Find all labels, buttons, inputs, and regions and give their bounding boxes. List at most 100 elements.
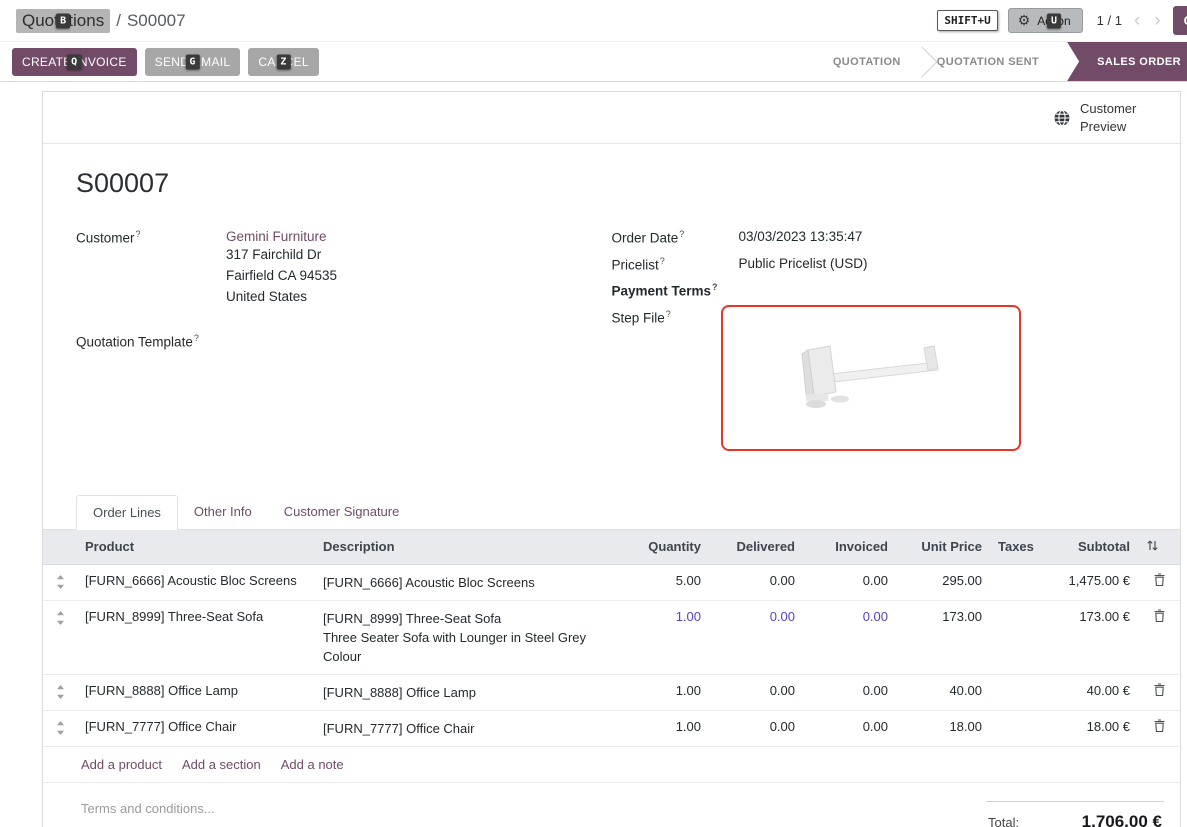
breadcrumb: Quotations B / S00007 bbox=[16, 9, 186, 33]
add-link-add-a-note[interactable]: Add a note bbox=[281, 757, 344, 772]
pricelist-value[interactable]: Public Pricelist (USD) bbox=[739, 256, 868, 271]
delete-line-button[interactable] bbox=[1138, 564, 1180, 600]
cancel-button[interactable]: CANCEL Z bbox=[248, 48, 318, 76]
header-delivered[interactable]: Delivered bbox=[709, 530, 803, 565]
customer-address-line: 317 Fairchild Dr bbox=[226, 244, 337, 265]
product-cell[interactable]: [FURN_6666] Acoustic Bloc Screens bbox=[77, 564, 315, 600]
order-line-row[interactable]: [FURN_8999] Three-Seat Sofa[FURN_8999] T… bbox=[43, 600, 1180, 674]
trash-icon bbox=[1154, 683, 1165, 696]
tab-order-lines[interactable]: Order Lines bbox=[76, 495, 178, 530]
drag-handle-icon bbox=[56, 611, 65, 625]
create-invoice-button[interactable]: CREATE INVOICE Q bbox=[12, 48, 137, 76]
field-order-date: Order Date? 03/03/2023 13:35:47 bbox=[612, 229, 1148, 246]
delivered-cell[interactable]: 0.00 bbox=[709, 600, 803, 674]
breadcrumb-separator: / bbox=[116, 11, 121, 31]
invoiced-cell[interactable]: 0.00 bbox=[803, 600, 896, 674]
description-cell[interactable]: [FURN_7777] Office Chair bbox=[315, 710, 615, 746]
header-quantity[interactable]: Quantity bbox=[615, 530, 709, 565]
help-icon: ? bbox=[666, 309, 671, 319]
help-icon: ? bbox=[679, 229, 684, 239]
header-taxes[interactable]: Taxes bbox=[990, 530, 1036, 565]
trash-icon bbox=[1154, 573, 1165, 586]
drag-handle[interactable] bbox=[43, 674, 77, 710]
product-cell[interactable]: [FURN_8888] Office Lamp bbox=[77, 674, 315, 710]
delete-line-button[interactable] bbox=[1138, 674, 1180, 710]
help-icon: ? bbox=[712, 282, 718, 292]
customer-address-line: Fairfield CA 94535 bbox=[226, 265, 337, 286]
description-cell[interactable]: [FURN_8999] Three-Seat SofaThree Seater … bbox=[315, 600, 615, 674]
invoiced-cell[interactable]: 0.00 bbox=[803, 710, 896, 746]
delivered-cell[interactable]: 0.00 bbox=[709, 710, 803, 746]
taxes-cell[interactable] bbox=[990, 674, 1036, 710]
gear-icon: ⚙ bbox=[1018, 12, 1031, 29]
terms-input[interactable]: Terms and conditions... bbox=[81, 801, 215, 827]
action-buttons: CREATE INVOICE Q SEND EMAIL G CANCEL Z bbox=[12, 42, 319, 81]
order-line-row[interactable]: [FURN_6666] Acoustic Bloc Screens[FURN_6… bbox=[43, 564, 1180, 600]
send-email-button[interactable]: SEND EMAIL G bbox=[145, 48, 241, 76]
description-cell[interactable]: [FURN_8888] Office Lamp bbox=[315, 674, 615, 710]
add-link-add-a-section[interactable]: Add a section bbox=[182, 757, 261, 772]
keyboard-hint-z: Z bbox=[276, 54, 290, 69]
breadcrumb-current: S00007 bbox=[127, 11, 186, 31]
header-optional-columns[interactable] bbox=[1138, 530, 1180, 565]
delivered-cell[interactable]: 0.00 bbox=[709, 674, 803, 710]
description-cell[interactable]: [FURN_6666] Acoustic Bloc Screens bbox=[315, 564, 615, 600]
order-lines-table: Product Description Quantity Delivered I… bbox=[43, 530, 1180, 747]
sheet-header: Customer Preview bbox=[43, 92, 1180, 144]
unit-price-cell[interactable]: 173.00 bbox=[896, 600, 990, 674]
unit-price-cell[interactable]: 18.00 bbox=[896, 710, 990, 746]
header-handle bbox=[43, 530, 77, 565]
customer-link[interactable]: Gemini Furniture bbox=[226, 229, 327, 244]
product-cell[interactable]: [FURN_7777] Office Chair bbox=[77, 710, 315, 746]
pager-next-icon[interactable]: › bbox=[1152, 11, 1162, 30]
subtotal-cell: 173.00 € bbox=[1036, 600, 1138, 674]
quantity-cell[interactable]: 1.00 bbox=[615, 710, 709, 746]
step-file-3d-image bbox=[786, 336, 956, 420]
product-cell[interactable]: [FURN_8999] Three-Seat Sofa bbox=[77, 600, 315, 674]
drag-handle[interactable] bbox=[43, 710, 77, 746]
breadcrumb-quotations[interactable]: Quotations B bbox=[16, 9, 110, 33]
header-description[interactable]: Description bbox=[315, 530, 615, 565]
add-link-add-a-product[interactable]: Add a product bbox=[81, 757, 162, 772]
status-step-quotation[interactable]: QUOTATION bbox=[815, 42, 919, 81]
order-line-row[interactable]: [FURN_7777] Office Chair[FURN_7777] Offi… bbox=[43, 710, 1180, 746]
trash-icon bbox=[1154, 719, 1165, 732]
description-line: [FURN_8888] Office Lamp bbox=[323, 683, 607, 702]
delete-line-button[interactable] bbox=[1138, 600, 1180, 674]
status-step-sales-order[interactable]: SALES ORDER bbox=[1067, 42, 1187, 81]
taxes-cell[interactable] bbox=[990, 600, 1036, 674]
customer-label: Customer? bbox=[76, 229, 226, 246]
invoiced-cell[interactable]: 0.00 bbox=[803, 564, 896, 600]
step-file-preview[interactable] bbox=[721, 305, 1021, 451]
customer-address: 317 Fairchild DrFairfield CA 94535United… bbox=[226, 244, 337, 307]
quantity-cell[interactable]: 1.00 bbox=[615, 600, 709, 674]
pager-previous-icon[interactable]: ‹ bbox=[1132, 11, 1142, 30]
header-product[interactable]: Product bbox=[77, 530, 315, 565]
subtotal-cell: 40.00 € bbox=[1036, 674, 1138, 710]
pager-counter: 1 / 1 bbox=[1097, 13, 1122, 28]
taxes-cell[interactable] bbox=[990, 564, 1036, 600]
quantity-cell[interactable]: 1.00 bbox=[615, 674, 709, 710]
delete-line-button[interactable] bbox=[1138, 710, 1180, 746]
drag-handle[interactable] bbox=[43, 600, 77, 674]
tab-customer-signature[interactable]: Customer Signature bbox=[268, 495, 416, 529]
delivered-cell[interactable]: 0.00 bbox=[709, 564, 803, 600]
payment-terms-label: Payment Terms? bbox=[612, 282, 739, 299]
status-step-quotation-sent[interactable]: QUOTATION SENT bbox=[919, 42, 1057, 81]
header-unit-price[interactable]: Unit Price bbox=[896, 530, 990, 565]
quantity-cell[interactable]: 5.00 bbox=[615, 564, 709, 600]
header-subtotal[interactable]: Subtotal bbox=[1036, 530, 1138, 565]
tab-other-info[interactable]: Other Info bbox=[178, 495, 268, 529]
unit-price-cell[interactable]: 295.00 bbox=[896, 564, 990, 600]
taxes-cell[interactable] bbox=[990, 710, 1036, 746]
new-button[interactable]: C bbox=[1173, 6, 1187, 35]
action-menu-button[interactable]: ⚙ Action U bbox=[1008, 8, 1083, 33]
order-line-row[interactable]: [FURN_8888] Office Lamp [FURN_8888] Offic… bbox=[43, 674, 1180, 710]
header-invoiced[interactable]: Invoiced bbox=[803, 530, 896, 565]
description-line: Three Seater Sofa with Lounger in Steel … bbox=[323, 628, 607, 666]
unit-price-cell[interactable]: 40.00 bbox=[896, 674, 990, 710]
drag-handle[interactable] bbox=[43, 564, 77, 600]
customer-preview-button[interactable]: Customer Preview bbox=[1053, 100, 1146, 135]
order-date-value[interactable]: 03/03/2023 13:35:47 bbox=[739, 229, 863, 244]
invoiced-cell[interactable]: 0.00 bbox=[803, 674, 896, 710]
